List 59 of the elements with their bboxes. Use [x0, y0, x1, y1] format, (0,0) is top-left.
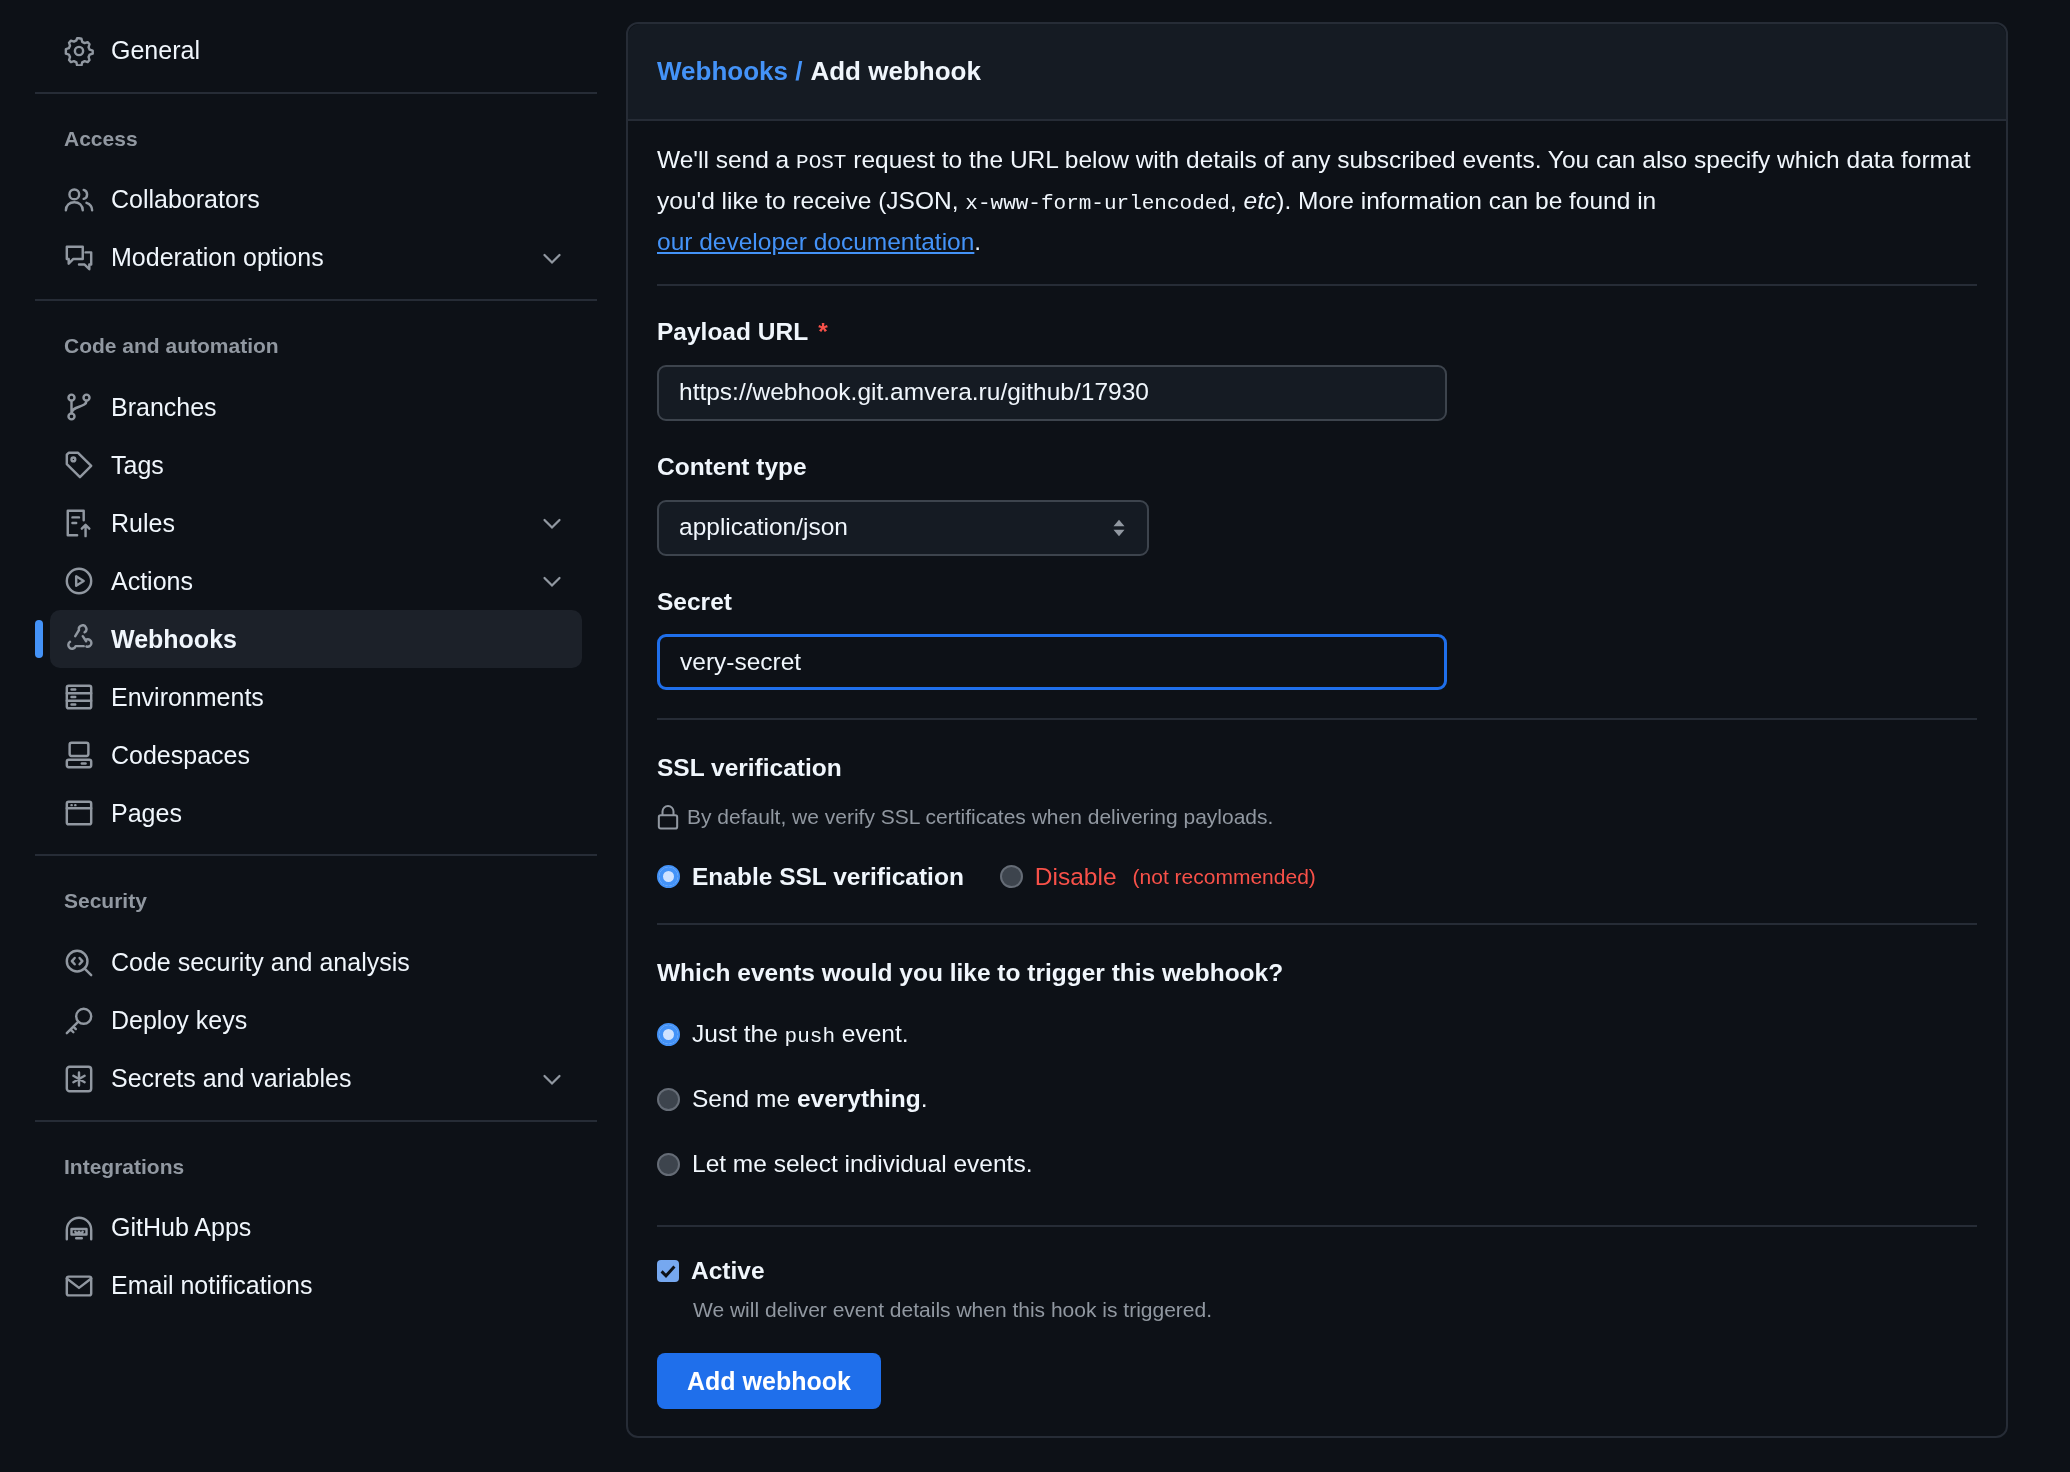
section-heading: Access	[63, 126, 139, 152]
radio-label[interactable]: Let me select individual events.	[692, 1146, 1033, 1183]
field-label: Content type	[657, 451, 808, 482]
required-mark: *	[818, 318, 828, 345]
sidebar-item[interactable]: Code security and analysis	[50, 933, 582, 992]
intro-text: We'll send a POST request to the URL below with details of any subscribed events. You can also specify which data format you'd like to receive (JSON, x-www-form-urlencoded, etc). More information can be found in our developer documentation.	[657, 141, 1977, 286]
lock-icon	[657, 803, 679, 830]
checkbox-label[interactable]: Active	[691, 1253, 765, 1290]
warning-note: (not recommended)	[1132, 864, 1316, 891]
radio-label[interactable]: Enable SSL verification	[692, 858, 964, 896]
file-arrow-icon	[64, 508, 94, 539]
section-heading: Security	[63, 888, 148, 915]
sidebar-item[interactable]: General	[50, 22, 582, 80]
checkbox-description: We will deliver event details when this hook is triggered.	[693, 1296, 1213, 1323]
radio-label[interactable]: Just the push event.	[692, 1016, 909, 1053]
radio-button[interactable]	[657, 1088, 680, 1111]
branch-icon	[64, 392, 94, 423]
content-type-select[interactable]: application/json	[657, 499, 1149, 556]
radio-button[interactable]	[657, 1153, 680, 1176]
radio-button[interactable]	[657, 865, 680, 889]
secret-input[interactable]: very-secret	[657, 634, 1447, 691]
sidebar-item[interactable]: Environments	[50, 668, 582, 727]
codespaces-icon	[64, 740, 94, 771]
ssl-note: By default, we verify SSL certificates when delivering payloads.	[687, 804, 1274, 830]
sidebar-item[interactable]: Secrets and variables	[50, 1049, 582, 1108]
section-heading: Which events would you like to trigger this webhook?	[657, 958, 1285, 989]
breadcrumb-link[interactable]: Webhooks /	[657, 52, 803, 91]
radio-button[interactable]	[657, 1023, 680, 1046]
radio-label[interactable]: Disable	[1034, 858, 1117, 896]
section-heading: Integrations	[63, 1153, 186, 1180]
selection-bar	[35, 620, 43, 659]
page-title: Add webhook	[810, 55, 981, 88]
sidebar-item[interactable]: Deploy keys	[50, 991, 582, 1050]
sidebar-item[interactable]: Moderation options	[50, 229, 582, 288]
key-icon	[64, 1005, 94, 1036]
field-label: Payload URL	[657, 318, 809, 345]
section-heading: Code and automation	[63, 333, 280, 360]
tag-icon	[64, 450, 94, 481]
field-label: Secret	[657, 586, 733, 617]
checkbox[interactable]	[657, 1260, 679, 1283]
section-heading: SSL verification	[657, 753, 843, 784]
sidebar-item[interactable]: Collaborators	[50, 171, 582, 230]
sidebar-item[interactable]: Rules	[50, 494, 582, 553]
asterisk-box-icon	[64, 1063, 94, 1094]
radio-button[interactable]	[999, 865, 1023, 889]
code-search-icon	[64, 947, 94, 978]
add-webhook-button[interactable]: Add webhook	[657, 1353, 881, 1410]
radio-label[interactable]: Send me everything.	[692, 1081, 928, 1118]
sidebar-item[interactable]: Actions	[50, 552, 582, 611]
sidebar-item[interactable]: GitHub Apps	[50, 1198, 582, 1257]
gear-icon	[64, 36, 94, 66]
sidebar-item[interactable]: Tags	[50, 436, 582, 495]
sidebar-item[interactable]: Pages	[50, 784, 582, 843]
sidebar-item[interactable]: Email notifications	[50, 1256, 582, 1315]
sidebar-item[interactable]: Codespaces	[50, 726, 582, 785]
url-input[interactable]: https://webhook.git.amvera.ru/github/17930	[657, 364, 1447, 421]
sidebar-item[interactable]: Branches	[50, 378, 582, 437]
play-circle-icon	[64, 566, 94, 597]
documentation-link[interactable]: our developer documentation	[657, 228, 975, 255]
